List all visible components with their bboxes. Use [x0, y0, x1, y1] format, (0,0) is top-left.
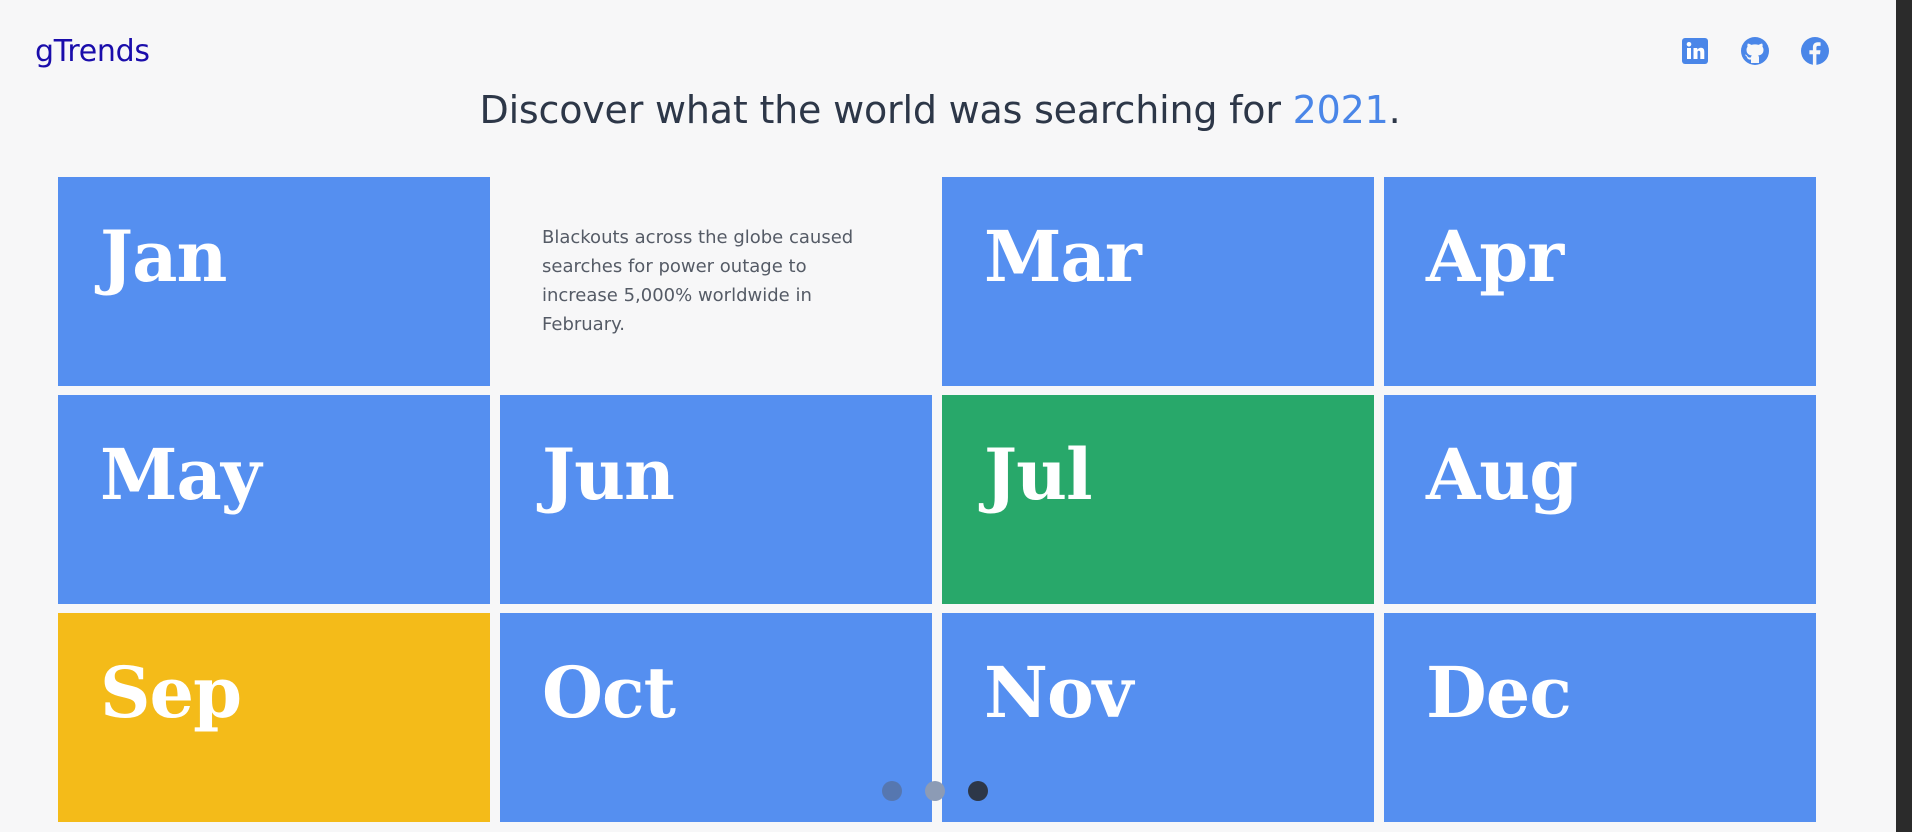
facebook-icon[interactable] [1800, 36, 1830, 66]
month-tile-aug[interactable]: Aug [1384, 395, 1816, 604]
pagination-dot-1[interactable] [882, 781, 902, 801]
headline-period: . [1388, 88, 1401, 132]
month-fact: Blackouts across the globe caused search… [542, 227, 854, 335]
month-label: Apr [1426, 215, 1564, 298]
scrollbar[interactable] [1896, 0, 1912, 832]
month-label: Jun [542, 433, 675, 516]
page-headline: Discover what the world was searching fo… [0, 88, 1880, 132]
month-tile-jun[interactable]: Jun [500, 395, 932, 604]
month-tile-sep[interactable]: Sep [58, 613, 490, 822]
month-tile-oct[interactable]: Oct [500, 613, 932, 822]
month-label: Aug [1426, 433, 1578, 516]
month-tile-may[interactable]: May [58, 395, 490, 604]
month-tile-jul[interactable]: Jul [942, 395, 1374, 604]
month-label: Dec [1426, 651, 1572, 734]
month-tile-dec[interactable]: Dec [1384, 613, 1816, 822]
month-label: Nov [984, 651, 1133, 734]
headline-text: Discover what the world was searching fo… [479, 88, 1293, 132]
pagination-dot-2[interactable] [925, 781, 945, 801]
month-tile-mar[interactable]: Mar [942, 177, 1374, 386]
social-links [1680, 36, 1830, 66]
linkedin-icon[interactable] [1680, 36, 1710, 66]
month-label: Mar [984, 215, 1142, 298]
headline-year[interactable]: 2021 [1293, 88, 1389, 132]
page: gTrends Discover what the world was sear… [0, 0, 1912, 832]
month-tile-apr[interactable]: Apr [1384, 177, 1816, 386]
month-label: Oct [542, 651, 676, 734]
month-label: Jan [100, 215, 227, 298]
pagination-dots [882, 781, 988, 801]
month-tile-feb[interactable]: Blackouts across the globe caused search… [500, 177, 932, 386]
month-tile-nov[interactable]: Nov [942, 613, 1374, 822]
month-label: Jul [984, 433, 1093, 516]
month-label: Sep [100, 651, 242, 734]
logo[interactable]: gTrends [35, 34, 150, 69]
github-icon[interactable] [1740, 36, 1770, 66]
month-tile-jan[interactable]: Jan [58, 177, 490, 386]
month-grid: Jan Blackouts across the globe caused se… [58, 177, 1816, 822]
pagination-dot-3[interactable] [968, 781, 988, 801]
month-label: May [100, 433, 262, 516]
